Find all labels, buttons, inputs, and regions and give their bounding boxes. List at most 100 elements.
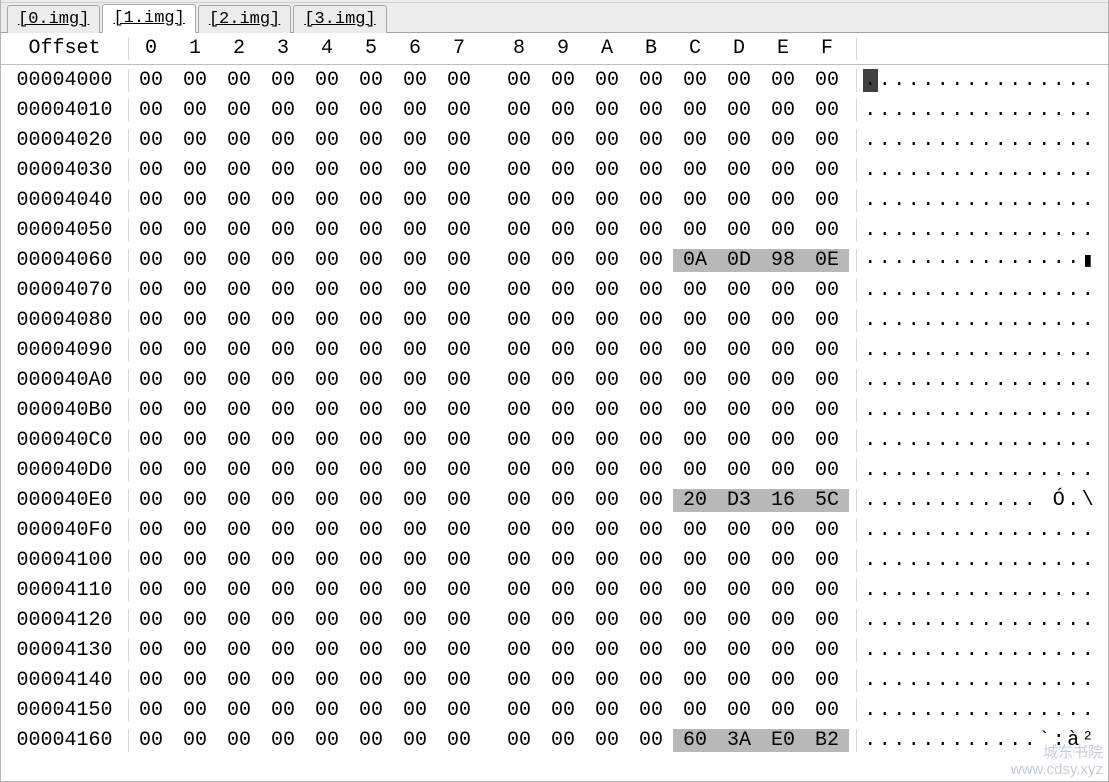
ascii-char[interactable]: . <box>1008 399 1023 422</box>
hex-byte[interactable]: 00 <box>305 489 349 512</box>
hex-byte[interactable]: 00 <box>497 309 541 332</box>
hex-byte[interactable]: 00 <box>805 69 849 92</box>
hex-byte[interactable]: 00 <box>129 99 173 122</box>
hex-byte[interactable]: 00 <box>349 429 393 452</box>
hex-byte[interactable]: 00 <box>673 219 717 242</box>
ascii-char[interactable]: . <box>878 399 893 422</box>
hex-byte[interactable]: 00 <box>129 639 173 662</box>
ascii-char[interactable]: . <box>979 129 994 152</box>
ascii-cell[interactable]: ................ <box>857 219 1108 242</box>
ascii-char[interactable]: . <box>950 129 965 152</box>
ascii-char[interactable]: . <box>892 279 907 302</box>
ascii-char[interactable]: . <box>1052 309 1067 332</box>
ascii-char[interactable]: . <box>1066 339 1081 362</box>
hex-byte[interactable]: 00 <box>673 309 717 332</box>
hex-byte[interactable]: 00 <box>393 669 437 692</box>
ascii-char[interactable]: . <box>921 519 936 542</box>
ascii-char[interactable]: . <box>1066 159 1081 182</box>
ascii-char[interactable]: . <box>892 729 907 752</box>
ascii-cell[interactable]: ................ <box>857 549 1108 572</box>
ascii-char[interactable]: . <box>863 189 878 212</box>
hex-byte[interactable]: 00 <box>541 189 585 212</box>
ascii-char[interactable]: . <box>1037 639 1052 662</box>
ascii-char[interactable]: . <box>921 189 936 212</box>
ascii-char[interactable]: . <box>878 549 893 572</box>
ascii-char[interactable]: . <box>1052 519 1067 542</box>
ascii-char[interactable]: . <box>994 669 1009 692</box>
hex-byte[interactable]: 00 <box>629 159 673 182</box>
hex-byte[interactable]: 00 <box>437 189 481 212</box>
hex-byte[interactable]: 00 <box>349 549 393 572</box>
hex-byte[interactable]: 00 <box>717 219 761 242</box>
ascii-char[interactable]: . <box>1052 579 1067 602</box>
hex-byte[interactable]: 00 <box>217 219 261 242</box>
hex-byte[interactable]: 00 <box>261 729 305 752</box>
ascii-char[interactable]: . <box>1023 399 1038 422</box>
hex-byte[interactable]: 3A <box>717 729 761 752</box>
hex-bytes[interactable]: 00000000000000000000000000000000 <box>129 429 857 452</box>
ascii-char[interactable]: . <box>1008 279 1023 302</box>
hex-byte[interactable]: 00 <box>437 159 481 182</box>
hex-bytes[interactable]: 000000000000000000000000603AE0B2 <box>129 729 857 752</box>
ascii-char[interactable]: . <box>1081 189 1096 212</box>
ascii-char[interactable]: . <box>979 639 994 662</box>
hex-row[interactable]: 0000408000000000000000000000000000000000… <box>1 305 1108 335</box>
hex-row[interactable]: 000040600000000000000000000000000A0D980E… <box>1 245 1108 275</box>
ascii-char[interactable]: . <box>1081 459 1096 482</box>
ascii-char[interactable]: . <box>965 279 980 302</box>
ascii-char[interactable]: . <box>1081 219 1096 242</box>
hex-byte[interactable]: 00 <box>393 489 437 512</box>
ascii-char[interactable]: . <box>892 579 907 602</box>
ascii-char[interactable]: . <box>878 99 893 122</box>
hex-byte[interactable]: 00 <box>673 69 717 92</box>
ascii-char[interactable]: . <box>878 489 893 512</box>
hex-byte[interactable]: 00 <box>437 69 481 92</box>
ascii-char[interactable]: . <box>921 669 936 692</box>
ascii-char[interactable]: . <box>907 519 922 542</box>
ascii-char[interactable]: . <box>950 369 965 392</box>
ascii-char[interactable]: . <box>1037 159 1052 182</box>
ascii-char[interactable]: . <box>1052 99 1067 122</box>
hex-byte[interactable]: 00 <box>305 249 349 272</box>
hex-byte[interactable]: 00 <box>393 219 437 242</box>
hex-byte[interactable]: 00 <box>349 99 393 122</box>
hex-byte[interactable]: 00 <box>541 489 585 512</box>
ascii-char[interactable]: . <box>979 189 994 212</box>
ascii-char[interactable]: . <box>936 429 951 452</box>
ascii-cell[interactable]: ................ <box>857 609 1108 632</box>
ascii-char[interactable]: . <box>1066 519 1081 542</box>
hex-byte[interactable]: 00 <box>173 519 217 542</box>
ascii-char[interactable]: . <box>892 519 907 542</box>
ascii-char[interactable]: . <box>994 69 1009 92</box>
ascii-char[interactable]: . <box>863 429 878 452</box>
ascii-char[interactable]: . <box>1023 699 1038 722</box>
hex-byte[interactable]: 00 <box>717 399 761 422</box>
ascii-char[interactable]: . <box>1037 189 1052 212</box>
ascii-char[interactable]: . <box>936 247 951 273</box>
hex-byte[interactable]: 00 <box>173 579 217 602</box>
hex-byte[interactable]: 00 <box>805 369 849 392</box>
ascii-char[interactable]: . <box>979 399 994 422</box>
hex-row[interactable]: 0000413000000000000000000000000000000000… <box>1 635 1108 665</box>
ascii-char[interactable]: . <box>921 159 936 182</box>
hex-byte[interactable]: 00 <box>305 69 349 92</box>
ascii-char[interactable]: . <box>892 219 907 242</box>
ascii-char[interactable]: . <box>1008 247 1023 273</box>
hex-byte[interactable]: 00 <box>217 549 261 572</box>
ascii-char[interactable]: . <box>1023 579 1038 602</box>
ascii-char[interactable]: . <box>1008 549 1023 572</box>
hex-bytes[interactable]: 0000000000000000000000000A0D980E <box>129 249 857 272</box>
hex-byte[interactable]: 00 <box>261 399 305 422</box>
hex-byte[interactable]: 00 <box>717 579 761 602</box>
hex-byte[interactable]: 00 <box>437 429 481 452</box>
hex-byte[interactable]: 00 <box>585 669 629 692</box>
hex-byte[interactable]: 00 <box>629 99 673 122</box>
hex-byte[interactable]: 00 <box>673 129 717 152</box>
hex-byte[interactable]: 00 <box>173 729 217 752</box>
hex-byte[interactable]: 00 <box>541 99 585 122</box>
hex-byte[interactable]: 00 <box>393 189 437 212</box>
ascii-char[interactable]: . <box>907 219 922 242</box>
ascii-char[interactable]: . <box>1023 159 1038 182</box>
hex-byte[interactable]: 00 <box>261 69 305 92</box>
hex-byte[interactable]: 00 <box>173 699 217 722</box>
